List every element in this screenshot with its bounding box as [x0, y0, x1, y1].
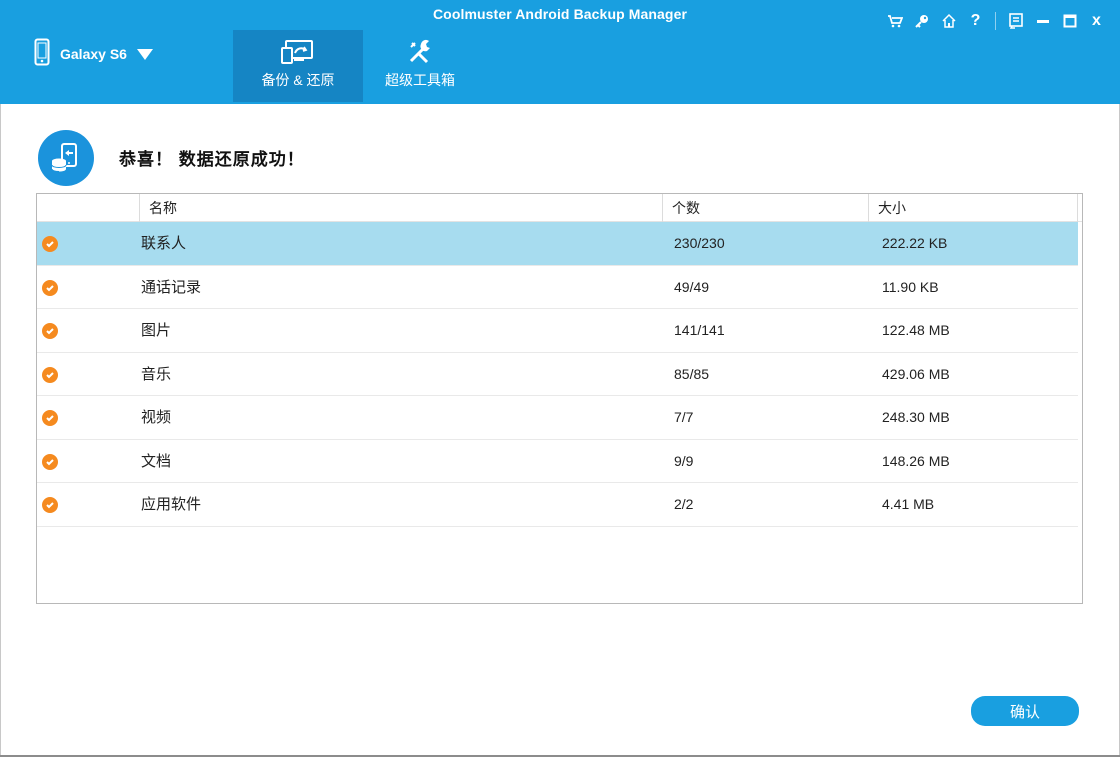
check-icon: [42, 497, 58, 513]
row-count: 230/230: [674, 235, 725, 251]
row-name: 音乐: [141, 365, 172, 383]
confirm-button[interactable]: 确认: [971, 696, 1079, 726]
title-bar: Coolmuster Android Backup Manager ? x Ga…: [0, 0, 1120, 104]
row-count: 49/49: [674, 278, 710, 295]
column-header-size[interactable]: 大小: [868, 194, 1078, 222]
row-name: 图片: [141, 322, 172, 339]
minimize-icon[interactable]: [1029, 8, 1056, 34]
row-name: 联系人: [141, 235, 187, 252]
restore-success-icon: [38, 130, 94, 186]
table-row[interactable]: 文档 9/9 148.26 MB: [37, 440, 1078, 483]
check-icon: [42, 410, 58, 426]
check-icon: [42, 453, 58, 470]
column-header-name[interactable]: 名称: [139, 194, 661, 222]
maximize-icon[interactable]: [1056, 8, 1083, 34]
check-icon: [42, 279, 58, 296]
table-row[interactable]: 应用软件 2/2 4.41 MB: [37, 483, 1078, 527]
toolbar-divider: [995, 12, 996, 30]
row-count: 141/141: [674, 322, 725, 338]
row-count: 9/9: [674, 452, 694, 469]
help-icon[interactable]: ?: [962, 8, 989, 34]
table-row[interactable]: 通话记录 49/49 11.90 KB: [37, 266, 1078, 309]
table-row[interactable]: 联系人 230/230 222.22 KB: [37, 222, 1078, 266]
row-size: 222.22 KB: [882, 235, 948, 251]
row-name: 视频: [141, 409, 172, 426]
row-count: 2/2: [674, 496, 694, 512]
window-left-border: [0, 104, 1, 756]
row-size: 122.48 MB: [882, 322, 950, 338]
tab-backup-restore[interactable]: 备份 & 还原: [233, 30, 363, 102]
close-icon[interactable]: x: [1083, 8, 1110, 34]
table-row[interactable]: 音乐 85/85 429.06 MB: [37, 353, 1078, 396]
device-selector[interactable]: Galaxy S6: [34, 38, 153, 70]
cart-icon[interactable]: [881, 8, 908, 34]
row-count: 7/7: [674, 409, 694, 425]
tab-toolbox[interactable]: 超级工具箱: [380, 30, 460, 102]
row-count: 85/85: [674, 365, 710, 382]
row-size: 4.41 MB: [882, 496, 935, 512]
row-name: 文档: [141, 452, 172, 470]
check-icon: [42, 323, 58, 339]
table-header: 名称 个数 大小: [37, 194, 1082, 222]
chevron-down-icon[interactable]: [136, 48, 153, 60]
check-icon: [42, 236, 58, 252]
row-size: 11.90 KB: [882, 278, 939, 295]
row-name: 通话记录: [141, 278, 202, 296]
row-size: 248.30 MB: [882, 409, 950, 425]
key-icon[interactable]: [908, 8, 935, 34]
restore-results-table: 名称 个数 大小 联系人 230/230 222.22 KB 通话记录 49/4…: [36, 193, 1083, 604]
table-row[interactable]: 视频 7/7 248.30 MB: [37, 396, 1078, 440]
backup-restore-icon: [280, 38, 316, 66]
feedback-icon[interactable]: [1002, 8, 1029, 34]
row-size: 429.06 MB: [882, 365, 950, 382]
table-row[interactable]: 图片 141/141 122.48 MB: [37, 309, 1078, 353]
row-name: 应用软件: [141, 496, 202, 513]
column-header-count[interactable]: 个数: [662, 194, 867, 222]
window-bottom-border: [0, 755, 1120, 757]
check-icon: [42, 366, 58, 383]
row-size: 148.26 MB: [882, 452, 950, 469]
window-controls: ? x: [881, 8, 1110, 34]
tab-backup-restore-label: 备份 & 还原: [261, 72, 335, 88]
home-icon[interactable]: [935, 8, 962, 34]
restore-success-message: 恭喜！ 数据还原成功！: [119, 150, 305, 169]
device-name: Galaxy S6: [60, 46, 127, 62]
tab-toolbox-label: 超级工具箱: [385, 72, 455, 88]
toolbox-icon: [407, 38, 433, 66]
phone-icon: [34, 38, 50, 71]
